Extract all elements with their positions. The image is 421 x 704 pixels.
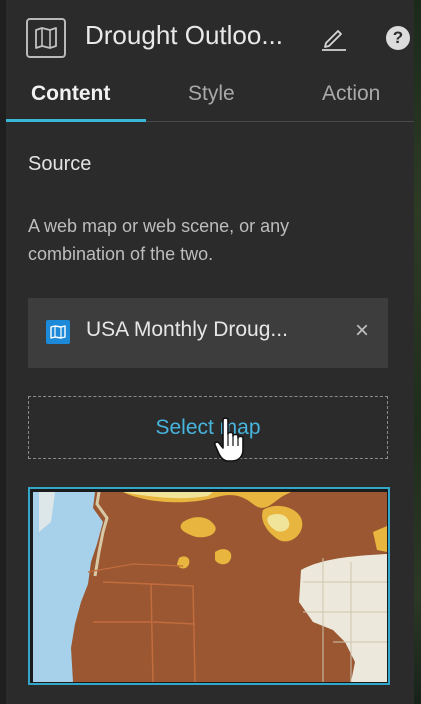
question-icon[interactable]: ? [386, 26, 410, 50]
source-description: A web map or web scene, or any combinati… [28, 216, 290, 264]
active-tab-indicator [6, 119, 146, 122]
pencil-icon[interactable] [318, 22, 348, 52]
background-map-edge [414, 0, 421, 704]
tab-bar: Content Style Action [6, 74, 414, 122]
settings-panel: Drought Outloo... ? Content Style Action… [6, 0, 414, 704]
tab-style[interactable]: Style [188, 82, 235, 106]
selected-map-label: USA Monthly Droug... [86, 318, 288, 341]
card-title: Drought Outloo... [85, 20, 283, 50]
selected-map-item[interactable]: USA Monthly Droug... × [28, 298, 388, 368]
tab-content[interactable]: Content [31, 82, 110, 106]
map-icon [46, 320, 70, 344]
map-thumbnail[interactable] [28, 487, 390, 685]
hand-cursor-icon [213, 416, 247, 464]
tab-action[interactable]: Action [322, 82, 380, 106]
close-icon[interactable]: × [348, 317, 376, 345]
panel-header: Drought Outloo... ? [6, 0, 414, 74]
source-heading: Source [28, 153, 92, 175]
map-icon [26, 18, 66, 58]
select-map-button[interactable]: Select map [28, 396, 388, 459]
